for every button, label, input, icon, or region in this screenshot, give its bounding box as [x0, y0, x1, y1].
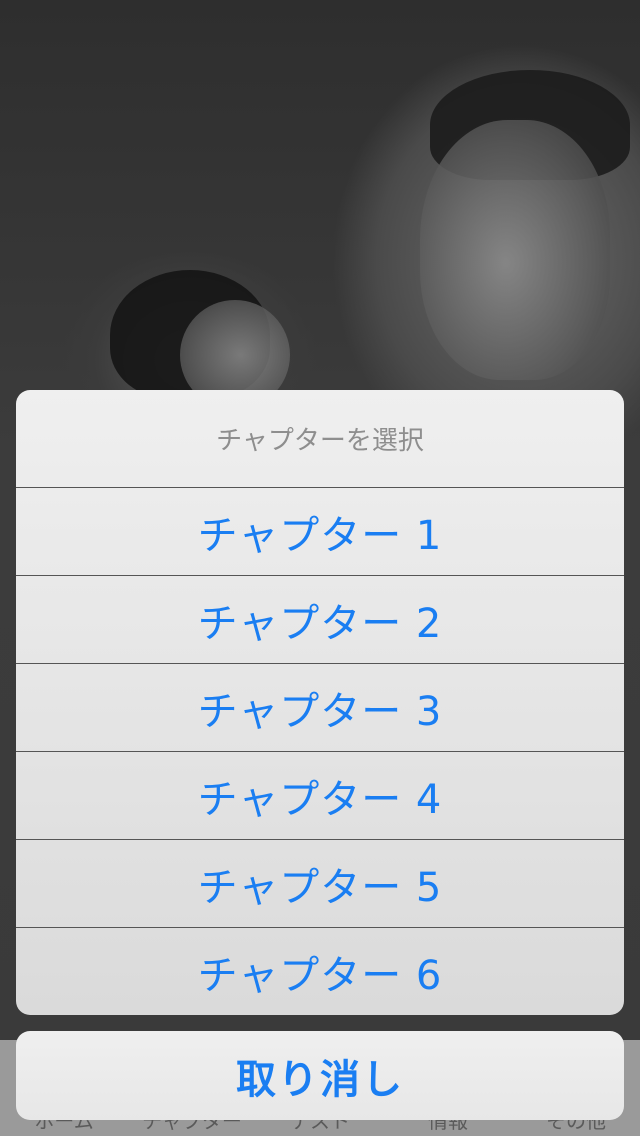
chapter-option-4[interactable]: チャプター 4 — [16, 752, 624, 840]
photo-man-face — [420, 120, 610, 380]
chapter-option-5[interactable]: チャプター 5 — [16, 840, 624, 928]
cancel-button[interactable]: 取り消し — [16, 1031, 624, 1120]
chapter-option-2[interactable]: チャプター 2 — [16, 576, 624, 664]
chapter-option-3[interactable]: チャプター 3 — [16, 664, 624, 752]
action-sheet-title: チャプターを選択 — [16, 390, 624, 488]
action-sheet: チャプターを選択 チャプター 1 チャプター 2 チャプター 3 チャプター 4… — [16, 390, 624, 1015]
chapter-option-1[interactable]: チャプター 1 — [16, 488, 624, 576]
chapter-option-6[interactable]: チャプター 6 — [16, 928, 624, 1015]
